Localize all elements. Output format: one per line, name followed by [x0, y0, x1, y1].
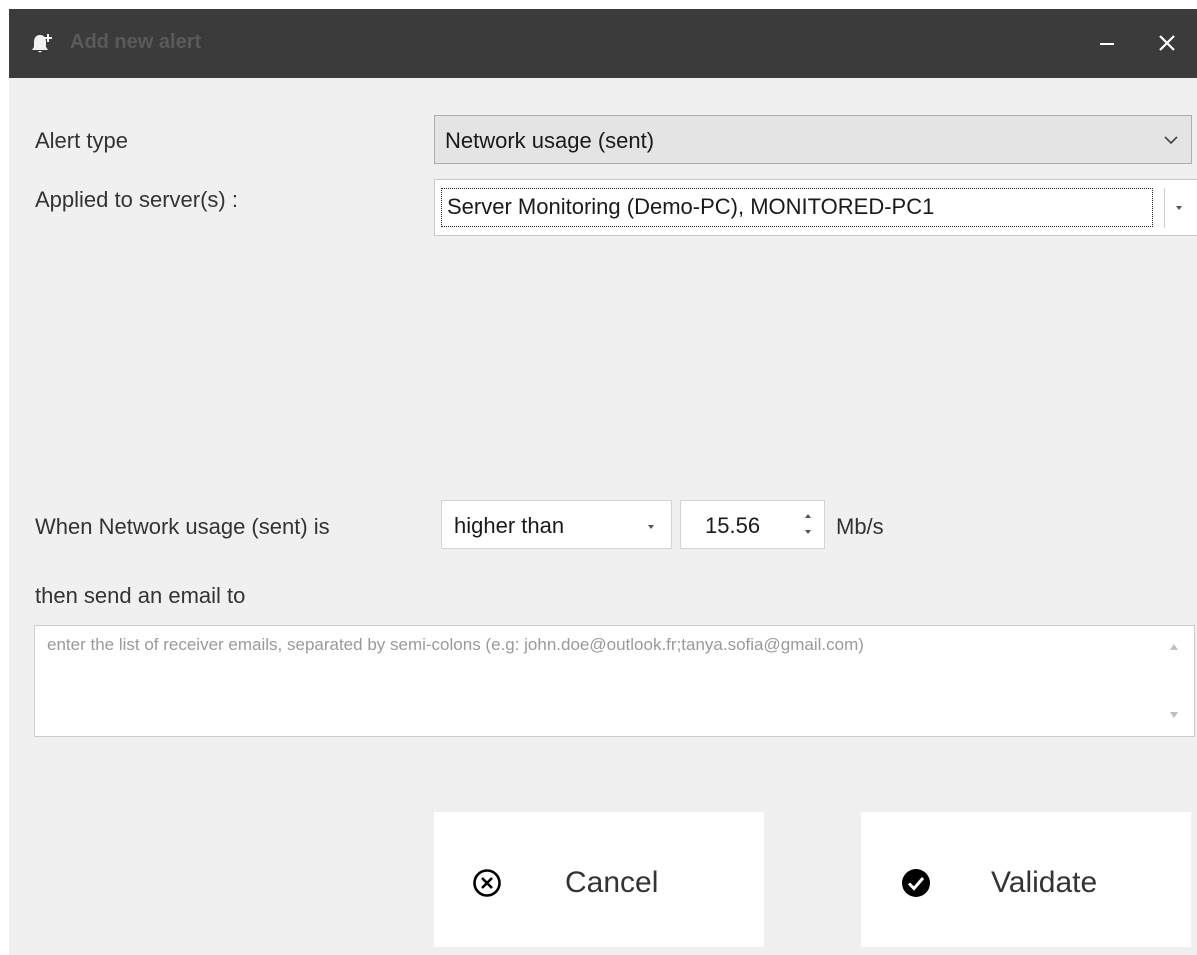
email-textarea[interactable]: enter the list of receiver emails, separ… [34, 625, 1195, 737]
dropdown-separator [1164, 188, 1165, 228]
servers-label: Applied to server(s) : [35, 187, 238, 212]
spin-up-icon[interactable] [802, 511, 814, 521]
caret-down-icon [648, 525, 654, 529]
minimize-icon [1100, 43, 1114, 45]
email-label: then send an email to [35, 583, 246, 608]
validate-button[interactable]: Validate [861, 812, 1191, 947]
threshold-spinner[interactable]: 15.56 [680, 500, 825, 549]
add-alert-dialog: Add new alert Alert type Network usage (… [9, 9, 1197, 955]
unit-label: Mb/s [836, 514, 884, 539]
servers-dropdown[interactable]: Server Monitoring (Demo-PC), MONITORED-P… [434, 179, 1197, 236]
window-title: Add new alert [70, 31, 202, 53]
circle-check-icon [902, 869, 930, 897]
alert-type-dropdown[interactable]: Network usage (sent) [434, 115, 1192, 164]
operator-value: higher than [454, 513, 565, 538]
alert-type-label: Alert type [35, 128, 128, 153]
close-icon [1159, 35, 1175, 51]
caret-down-icon [1176, 206, 1182, 210]
cancel-button[interactable]: Cancel [434, 812, 764, 947]
email-placeholder: enter the list of receiver emails, separ… [47, 635, 864, 654]
operator-dropdown[interactable]: higher than [441, 500, 672, 549]
close-button[interactable] [1141, 9, 1193, 78]
chevron-down-icon [1164, 136, 1178, 145]
validate-label: Validate [991, 866, 1098, 899]
cancel-label: Cancel [565, 866, 659, 899]
spin-down-icon[interactable] [802, 527, 814, 537]
alert-type-value: Network usage (sent) [445, 128, 655, 153]
circle-x-icon [473, 869, 501, 897]
scroll-down-icon[interactable] [1168, 710, 1180, 720]
condition-label: When Network usage (sent) is [35, 514, 330, 539]
minimize-button[interactable] [1081, 9, 1133, 78]
title-bar[interactable]: Add new alert [9, 9, 1197, 78]
servers-value: Server Monitoring (Demo-PC), MONITORED-P… [447, 194, 935, 219]
scroll-up-icon[interactable] [1168, 642, 1180, 652]
bell-plus-icon [31, 33, 53, 55]
threshold-value: 15.56 [705, 513, 761, 538]
